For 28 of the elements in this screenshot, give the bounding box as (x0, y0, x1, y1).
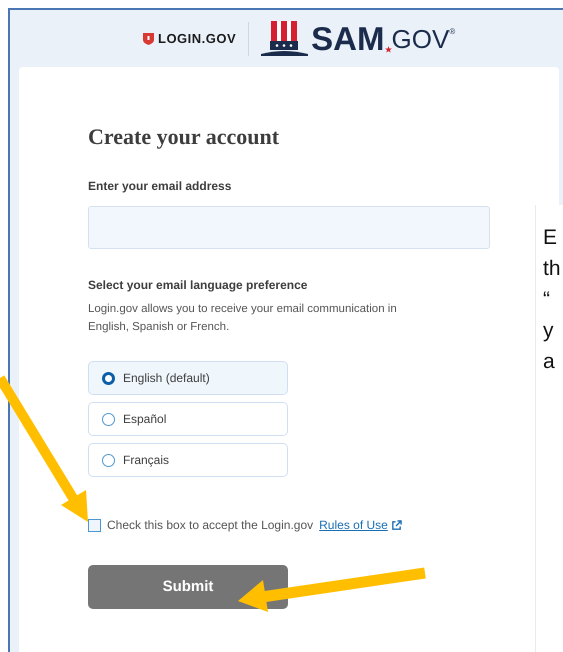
registered-mark: ® (449, 26, 456, 36)
shield-icon (143, 32, 154, 45)
email-field[interactable] (88, 206, 490, 249)
radio-button[interactable] (102, 412, 115, 426)
terms-checkbox[interactable] (88, 518, 101, 532)
email-label: Enter your email address (88, 178, 232, 194)
hat-icon (261, 21, 308, 56)
terms-text: Check this box to accept the Login.gov (107, 517, 314, 534)
sam-logo-text: SAM (311, 22, 385, 55)
gov-logo-text: GOV (392, 26, 450, 52)
rules-of-use-link[interactable]: Rules of Use (319, 516, 388, 534)
submit-button[interactable]: Submit (88, 565, 288, 609)
radio-button[interactable] (102, 372, 115, 384)
slide-text: a (543, 349, 555, 375)
language-option[interactable]: Français (88, 443, 288, 477)
slide-text: “ (543, 287, 550, 313)
external-link-icon (390, 520, 402, 530)
login-logo-text: LOGIN.GOV (158, 30, 236, 48)
page-title: Create your account (88, 123, 280, 151)
star-icon (384, 46, 392, 53)
slide-text: y (543, 318, 554, 344)
language-option[interactable]: English (default) (88, 361, 288, 395)
slide-text: th (543, 256, 561, 282)
language-help-text: Login.gov allows you to receive your email communication in English, Spanish or French. (88, 302, 398, 335)
language-option[interactable]: Español (88, 402, 288, 436)
slide-text: E (543, 225, 558, 251)
language-label: Select your email language preference (88, 277, 308, 293)
radio-button[interactable] (102, 454, 115, 466)
